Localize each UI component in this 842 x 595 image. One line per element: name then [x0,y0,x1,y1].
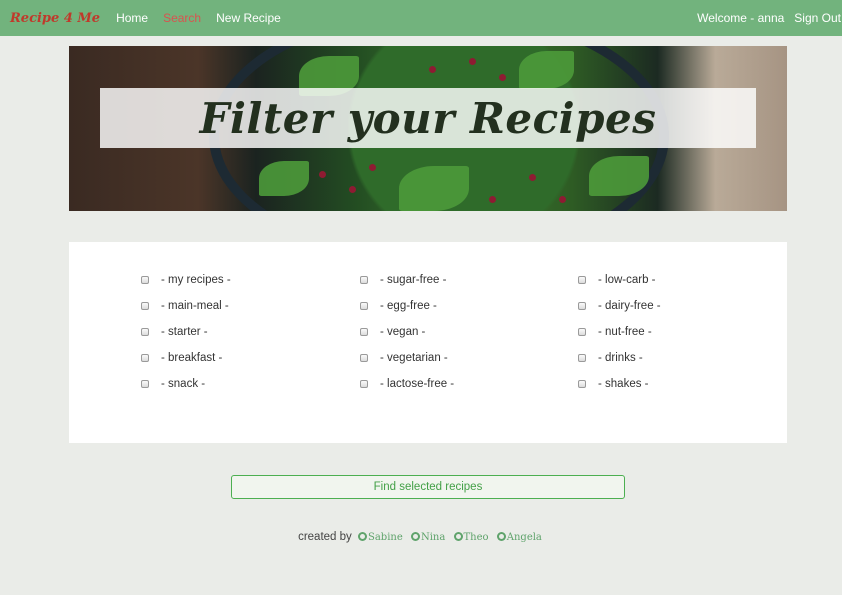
nav-search-link[interactable]: Search [163,11,201,25]
pomegranate-seed [559,196,566,203]
filter-main-meal[interactable]: - main-meal - [141,300,229,312]
checkbox[interactable] [578,354,586,362]
author-link-theo[interactable]: Theo [464,532,489,543]
navbar: Recipe 4 Me Home Search New Recipe Welco… [0,0,842,36]
filter-drinks[interactable]: - drinks - [578,352,643,364]
filter-label: - lactose-free - [380,378,455,390]
author-link-nina[interactable]: Nina [421,532,445,543]
checkbox[interactable] [360,302,368,310]
checkbox[interactable] [141,354,149,362]
filter-label: - sugar-free - [380,274,447,286]
pomegranate-seed [469,58,476,65]
nav-home-link[interactable]: Home [116,11,148,25]
created-by-text: created by [298,531,352,543]
github-icon [410,532,420,541]
checkbox[interactable] [578,328,586,336]
filter-label: - starter - [161,326,208,338]
pomegranate-seed [529,174,536,181]
leaf-shape [399,166,469,211]
checkbox[interactable] [578,380,586,388]
filter-label: - breakfast - [161,352,223,364]
checkbox[interactable] [141,328,149,336]
filter-vegetarian[interactable]: - vegetarian - [360,352,448,364]
pomegranate-seed [499,74,506,81]
filter-shakes[interactable]: - shakes - [578,378,649,390]
filter-vegan[interactable]: - vegan - [360,326,425,338]
filter-label: - shakes - [598,378,649,390]
leaf-shape [259,161,309,196]
sign-out-link[interactable]: Sign Out [794,11,841,25]
hero-image: Filter your Recipes [69,46,787,211]
nav-new-recipe-link[interactable]: New Recipe [216,11,281,25]
find-recipes-button[interactable]: Find selected recipes [231,475,625,499]
nav-user-area: Welcome - anna Sign Out [697,0,842,36]
pomegranate-seed [489,196,496,203]
filter-label: - snack - [161,378,206,390]
checkbox[interactable] [360,354,368,362]
brand-logo[interactable]: Recipe 4 Me [10,11,100,26]
checkbox[interactable] [141,302,149,310]
pomegranate-seed [349,186,356,193]
github-icon [357,532,367,541]
checkbox[interactable] [360,328,368,336]
welcome-text: Welcome - anna [697,11,785,25]
filter-snack[interactable]: - snack - [141,378,205,390]
footer: created by Sabine Nina Theo Angela [0,531,842,543]
page-title: Filter your Recipes [199,93,657,143]
checkbox[interactable] [141,276,149,284]
author-links: Sabine Nina Theo Angela [355,532,544,543]
filter-label: - drinks - [598,352,643,364]
filter-breakfast[interactable]: - breakfast - [141,352,222,364]
author-link-sabine[interactable]: Sabine [368,532,403,543]
checkbox[interactable] [578,276,586,284]
filter-starter[interactable]: - starter - [141,326,208,338]
github-icon [453,532,463,541]
filter-label: - vegan - [380,326,426,338]
pomegranate-seed [429,66,436,73]
filter-sugar-free[interactable]: - sugar-free - [360,274,446,286]
filter-my-recipes[interactable]: - my recipes - [141,274,231,286]
filter-panel: - my recipes - - main-meal - - starter -… [69,242,787,443]
hero-banner: Filter your Recipes [100,88,756,148]
filter-label: - my recipes - [161,274,231,286]
pomegranate-seed [319,171,326,178]
github-icon [496,532,506,541]
checkbox[interactable] [360,380,368,388]
filter-dairy-free[interactable]: - dairy-free - [578,300,661,312]
filter-label: - vegetarian - [380,352,448,364]
pomegranate-seed [369,164,376,171]
filter-label: - main-meal - [161,300,229,312]
author-link-angela[interactable]: Angela [507,532,542,543]
checkbox[interactable] [360,276,368,284]
filter-label: - low-carb - [598,274,656,286]
filter-label: - egg-free - [380,300,437,312]
checkbox[interactable] [578,302,586,310]
filter-egg-free[interactable]: - egg-free - [360,300,437,312]
checkbox[interactable] [141,380,149,388]
leaf-shape [589,156,649,196]
filter-lactose-free[interactable]: - lactose-free - [360,378,454,390]
filter-label: - nut-free - [598,326,652,338]
filter-label: - dairy-free - [598,300,661,312]
leaf-shape [519,51,574,89]
filter-low-carb[interactable]: - low-carb - [578,274,656,286]
filter-nut-free[interactable]: - nut-free - [578,326,652,338]
